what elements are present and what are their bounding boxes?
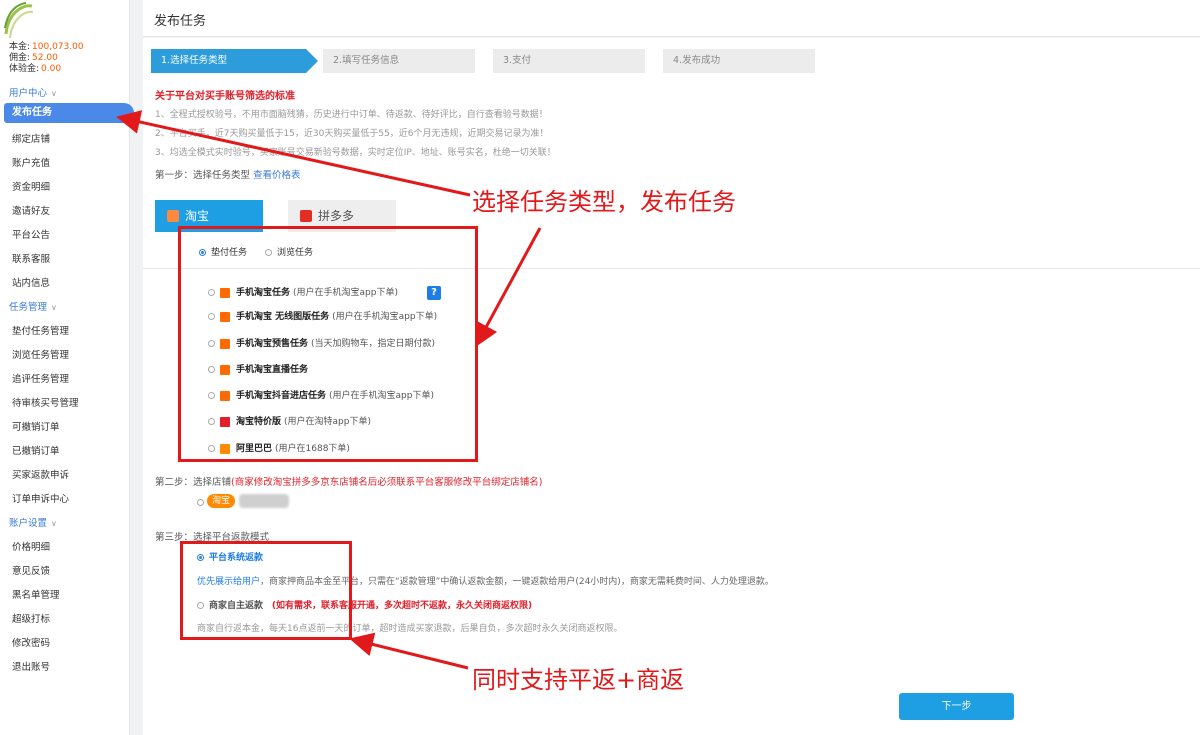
arrow-to-publish	[116, 110, 471, 197]
arrow-to-refund-box	[349, 632, 469, 670]
arrow-to-task-box	[475, 227, 542, 348]
app-root: 本金: 100,073.00 佣金: 52.00 体验金: 0.00 用户中心 ∨ 发布…	[0, 0, 1200, 735]
annotation-arrows	[116, 110, 542, 670]
